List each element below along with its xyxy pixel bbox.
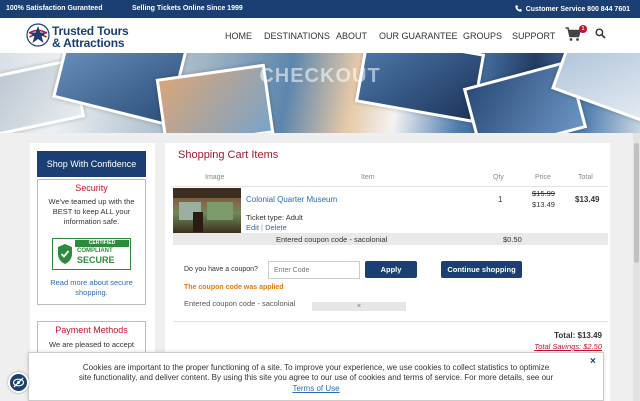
col-header-total: Total	[578, 174, 593, 181]
item-ticket-type: Ticket type: Adult	[246, 213, 303, 222]
coupon-row-value: $0.50	[503, 235, 522, 244]
nav-support[interactable]: SUPPORT	[512, 31, 555, 41]
secure-shopping-link[interactable]: shopping.	[42, 288, 141, 298]
coupon-row-text: Entered coupon code - sacolonial	[276, 235, 388, 244]
cart-savings: Total Savings: $2.50	[534, 342, 602, 351]
phone-icon	[515, 5, 522, 12]
coupon-applied-message: The coupon code was applied	[184, 284, 284, 291]
cart-title: Shopping Cart Items	[178, 149, 279, 161]
logo[interactable]: Trusted Tours & Attractions	[26, 23, 136, 50]
action-separator: |	[261, 223, 263, 232]
compliant-secure-badge: CERTIFIED COMPLIANT SECURE	[52, 238, 131, 270]
security-line: We've teamed up with the	[48, 197, 135, 206]
apply-button[interactable]: Apply	[365, 261, 417, 278]
col-header-image: Image	[205, 174, 225, 181]
badge-secure: SECURE	[77, 255, 115, 265]
star-logo-icon	[26, 23, 50, 47]
cookie-text-line3: Terms of Use	[29, 384, 603, 394]
col-header-item: Item	[361, 174, 375, 181]
secure-shopping-link[interactable]: Read more about secure	[42, 278, 141, 288]
badge-certified: CERTIFIED	[75, 240, 129, 247]
payment-methods-text: We are pleased to accept	[49, 340, 134, 349]
security-box: Security We've teamed up with the BEST t…	[37, 179, 146, 305]
customer-service-link[interactable]: Customer Service 800 844 7601	[515, 5, 630, 13]
top-bar: 100% Satisfaction Guranteed Selling Tick…	[0, 0, 640, 18]
satisfaction-text: 100% Satisfaction Guranteed	[6, 5, 103, 12]
nav-our-guarantee[interactable]: OUR GUARANTEE	[379, 31, 458, 41]
cookie-text-line1: Cookies are important to the proper func…	[82, 363, 550, 372]
continue-shopping-button[interactable]: Continue shopping	[441, 261, 522, 278]
col-header-price: Price	[535, 174, 551, 181]
item-price-discounted: $13.49	[532, 200, 555, 209]
coupon-question: Do you have a coupon?	[184, 266, 258, 273]
security-line: information safe.	[63, 217, 120, 226]
cookie-text-line2: site functionality, and deliver content.…	[78, 373, 554, 382]
cookie-banner: Cookies are important to the proper func…	[28, 352, 604, 401]
badge-compliant: COMPLIANT	[77, 248, 113, 254]
search-icon[interactable]	[595, 28, 606, 39]
logo-line2: & Attractions	[52, 36, 125, 50]
divider	[173, 321, 608, 322]
page-scrollbar[interactable]	[633, 133, 640, 401]
item-actions: Edit | Delete	[246, 223, 287, 232]
edit-link[interactable]: Edit	[246, 223, 259, 232]
shop-confidence-header: Shop With Confidence	[37, 151, 146, 177]
item-total: $13.49	[575, 195, 600, 204]
col-header-qty: Qty	[493, 174, 504, 181]
remove-coupon-button[interactable]: ×	[312, 302, 406, 311]
security-line: BEST to keep ALL your	[52, 207, 131, 216]
divider	[173, 186, 608, 187]
delete-link[interactable]: Delete	[265, 223, 287, 232]
site-header: Trusted Tours & Attractions HOME DESTINA…	[0, 18, 640, 53]
coupon-code-input[interactable]	[268, 261, 360, 279]
security-title: Security	[75, 183, 108, 193]
customer-service-text: Customer Service 800 844 7601	[525, 6, 630, 13]
terms-of-use-link[interactable]: Terms of Use	[292, 384, 339, 393]
accessibility-icon	[12, 377, 25, 388]
item-qty: 1	[498, 195, 503, 204]
scrollbar-thumb[interactable]	[634, 143, 639, 263]
shield-icon	[58, 244, 72, 264]
item-price-original: $15.99	[532, 189, 555, 198]
nav-home[interactable]: HOME	[225, 31, 252, 41]
accessibility-button[interactable]	[8, 372, 29, 393]
checkout-banner: CHECKOUT	[0, 53, 640, 133]
item-thumbnail[interactable]	[173, 188, 241, 234]
nav-destinations[interactable]: DESTINATIONS	[264, 31, 330, 41]
cookie-close-icon[interactable]: ×	[590, 356, 596, 367]
payment-methods-title: Payment Methods	[55, 325, 128, 335]
entered-coupon-text: Entered coupon code - sacolonial	[184, 299, 296, 308]
item-name-link[interactable]: Colonial Quarter Museum	[246, 195, 337, 204]
cart-count-badge: 1	[579, 25, 587, 33]
banner-title: CHECKOUT	[259, 65, 381, 87]
nav-groups[interactable]: GROUPS	[463, 31, 502, 41]
cart-total: Total: $13.49	[554, 331, 602, 340]
nav-about[interactable]: ABOUT	[336, 31, 367, 41]
since-text: Selling Tickets Online Since 1999	[132, 5, 243, 12]
coupon-discount-row: Entered coupon code - sacolonial $0.50	[173, 233, 608, 245]
